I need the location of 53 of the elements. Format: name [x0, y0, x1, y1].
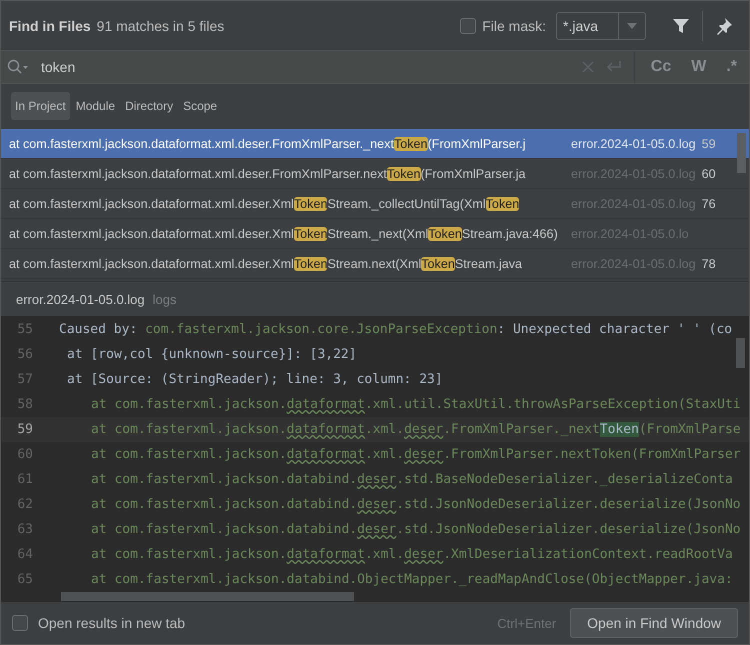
code-line: at com.fasterxml.jackson.dataformat.xml.util.StaxUtil.throwAsParseException(StaxUti [91, 397, 741, 412]
dropdown-arrow-icon [626, 22, 638, 30]
line-number: 64 [16, 547, 33, 562]
dialog-title: Find in Files [9, 18, 91, 34]
line-number: 56 [16, 347, 33, 362]
search-field[interactable]: token [41, 59, 570, 75]
line-number: 63 [16, 522, 33, 537]
search-icon[interactable] [7, 59, 29, 75]
scope-tab[interactable]: Scope [179, 92, 222, 120]
line-number: 58 [16, 397, 33, 412]
file-mask-dropdown[interactable]: *.java [556, 12, 646, 40]
line-number: 59 [16, 422, 33, 437]
result-line-number: 60 [702, 166, 716, 180]
line-number: 65 [16, 572, 33, 587]
pin-icon[interactable] [715, 16, 733, 34]
scope-tab[interactable]: Directory [121, 92, 178, 120]
code-line: at com.fasterxml.jackson.databind.deser.std.BaseNodeDeserializer._deserializeConta [91, 472, 733, 487]
code-line: at com.fasterxml.jackson.databind.deser.std.JsonNodeDeserializer.deserialize(JsonNo [91, 497, 741, 512]
code-line: Caused by: com.fasterxml.jackson.core.JsonParseException: Unexpected character ' ' (co [59, 322, 732, 337]
clear-icon[interactable] [582, 61, 594, 73]
newline-icon[interactable] [606, 60, 622, 74]
result-row[interactable]: at com.fasterxml.jackson.dataformat.xml.deser.FromXmlParser._nextToken(FromXmlParser.j error.2024-01-05.0.log 59 [1, 129, 749, 159]
scrollbar-thumb[interactable] [61, 592, 354, 601]
file-mask-label: File mask: [482, 18, 546, 34]
new-tab-checkbox[interactable] [12, 615, 28, 631]
scope-tab[interactable]: In Project [11, 92, 70, 120]
new-tab-label: Open results in new tab [38, 615, 186, 631]
file-mask-checkbox[interactable] [460, 18, 476, 34]
filter-icon[interactable] [672, 16, 690, 34]
line-number: 60 [16, 447, 33, 462]
result-file-name: error.2024-01-05.0.log [571, 136, 696, 150]
result-line-number: 78 [702, 256, 716, 270]
code-line: at com.fasterxml.jackson.dataformat.xml.deser.FromXmlParser._nextToken(FromXmlParse [91, 422, 741, 437]
line-number: 62 [16, 497, 33, 512]
line-number: 55 [16, 322, 33, 337]
code-line: at [Source: (StringReader); line: 3, column: 23] [67, 372, 443, 387]
code-line: at com.fasterxml.jackson.databind.ObjectMapper._readMapAndClose(ObjectMapper.java: [91, 572, 733, 587]
code-line: at [row,col {unknown-source}]: [3,22] [67, 347, 357, 362]
code-line: at com.fasterxml.jackson.databind.deser.std.JsonNodeDeserializer.deserialize(JsonNo [91, 522, 741, 537]
preview-file-name: error.2024-01-05.0.log [16, 292, 145, 306]
match-summary: 91 matches in 5 files [96, 18, 224, 34]
line-number: 61 [16, 472, 33, 487]
open-in-find-window-button[interactable]: Open in Find Window [570, 608, 738, 638]
preview-folder: logs [152, 292, 177, 306]
scrollbar-thumb[interactable] [736, 338, 745, 368]
scope-tab[interactable]: Module [72, 92, 120, 120]
result-line-number: 59 [702, 136, 716, 150]
code-line: at com.fasterxml.jackson.dataformat.xml.deser.FromXmlParser.nextToken(FromXmlParser [91, 447, 741, 462]
result-line-number: 76 [702, 196, 716, 210]
code-line: at com.fasterxml.jackson.dataformat.xml.deser.XmlDeserializationContext.readRootVa [91, 547, 733, 562]
line-number: 57 [16, 372, 33, 387]
scrollbar-thumb[interactable] [737, 133, 746, 173]
search-bar[interactable]: token Cc W .* [1, 51, 749, 84]
